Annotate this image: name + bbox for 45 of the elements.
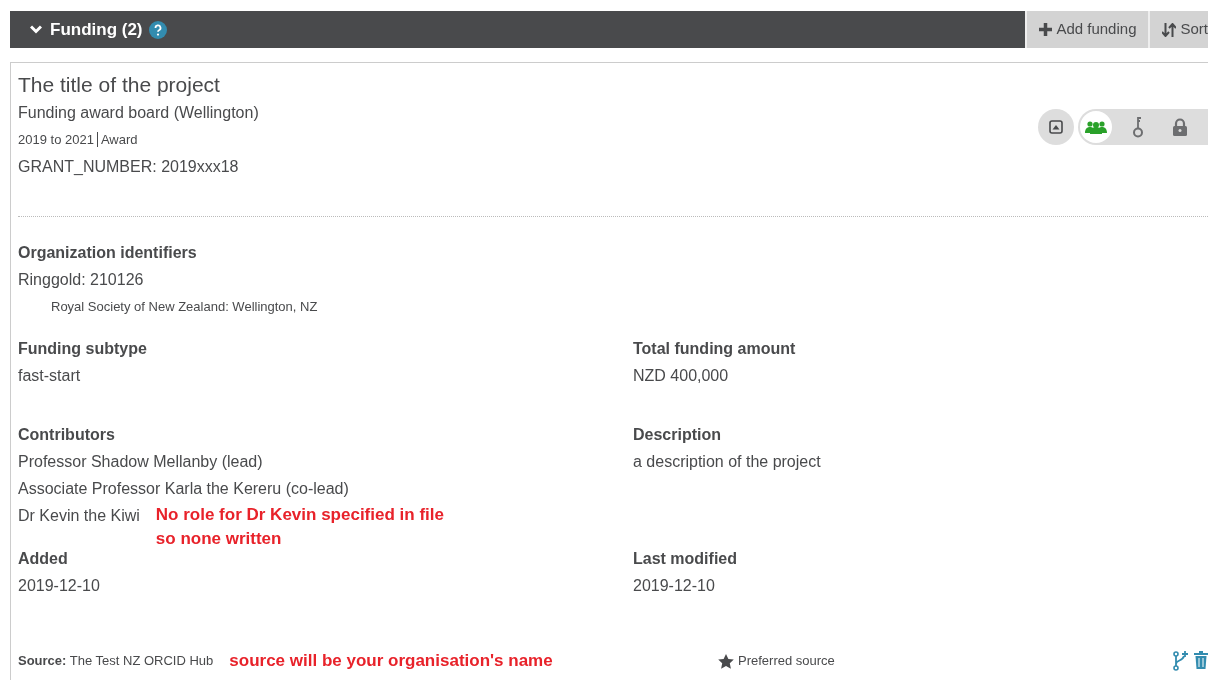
key-icon [1132, 115, 1144, 138]
section-title: Funding (2) [50, 18, 143, 41]
chevron-down-icon [30, 25, 42, 34]
field-value: Ringgold: 210126 [18, 270, 145, 290]
project-title: The title of the project [18, 72, 221, 98]
field-value: NZD 400,000 [633, 366, 730, 386]
source-text: Source: The Test NZ ORCID Hub [18, 652, 214, 671]
collapse-button[interactable] [1038, 108, 1074, 145]
contributor-name: Associate Professor Karla the Kereru (co-lead) [18, 479, 350, 499]
field-value: a description of the project [633, 452, 822, 472]
section-toggle[interactable]: Funding (2) [30, 16, 143, 43]
field-value: fast-start [18, 366, 82, 386]
add-funding-button[interactable]: Add funding [1025, 11, 1149, 48]
field-heading: Contributors [18, 425, 116, 445]
field-heading: Last modified [633, 549, 738, 569]
sort-icon [1162, 22, 1177, 37]
lock-icon [1172, 117, 1188, 136]
organization-name: Royal Society of New Zealand: Wellington, NZ [50, 298, 319, 316]
plus-icon [1039, 23, 1053, 36]
field-heading: Funding subtype [18, 339, 148, 359]
grant-number: GRANT_NUMBER: 2019xxx18 [18, 157, 240, 177]
fork-button[interactable] [1172, 651, 1190, 671]
sort-button[interactable]: Sort [1148, 11, 1208, 48]
trash-icon [1194, 651, 1208, 669]
fork-icon [1172, 651, 1190, 671]
contributor-name: Dr Kevin the Kiwi [18, 506, 140, 526]
field-value: 2019-12-10 [18, 576, 101, 596]
visibility-option[interactable] [1080, 110, 1112, 143]
help-icon[interactable] [148, 20, 167, 39]
collapse-icon [1049, 119, 1063, 134]
field-heading: Total funding amount [633, 339, 797, 359]
delete-button[interactable] [1194, 651, 1208, 671]
field-heading: Description [633, 425, 722, 445]
field-heading: Organization identifiers [18, 243, 198, 263]
people-icon [1085, 119, 1107, 134]
field-heading: Added [18, 549, 69, 569]
preferred-source-label: Preferred source [738, 652, 835, 671]
funding-organization: Funding award board (Wellington) [18, 103, 259, 123]
funding-type: Award [100, 131, 138, 149]
field-value: 2019-12-10 [633, 576, 716, 596]
annotation-note: source will be your organisation's name [229, 650, 553, 672]
contributor-name: Professor Shadow Mellanby (lead) [18, 452, 264, 472]
funding-dates: 2019 to 2021 [18, 131, 94, 149]
annotation-note: No role for Dr Kevin specified in file so none written [155, 504, 445, 550]
star-icon [718, 653, 734, 669]
